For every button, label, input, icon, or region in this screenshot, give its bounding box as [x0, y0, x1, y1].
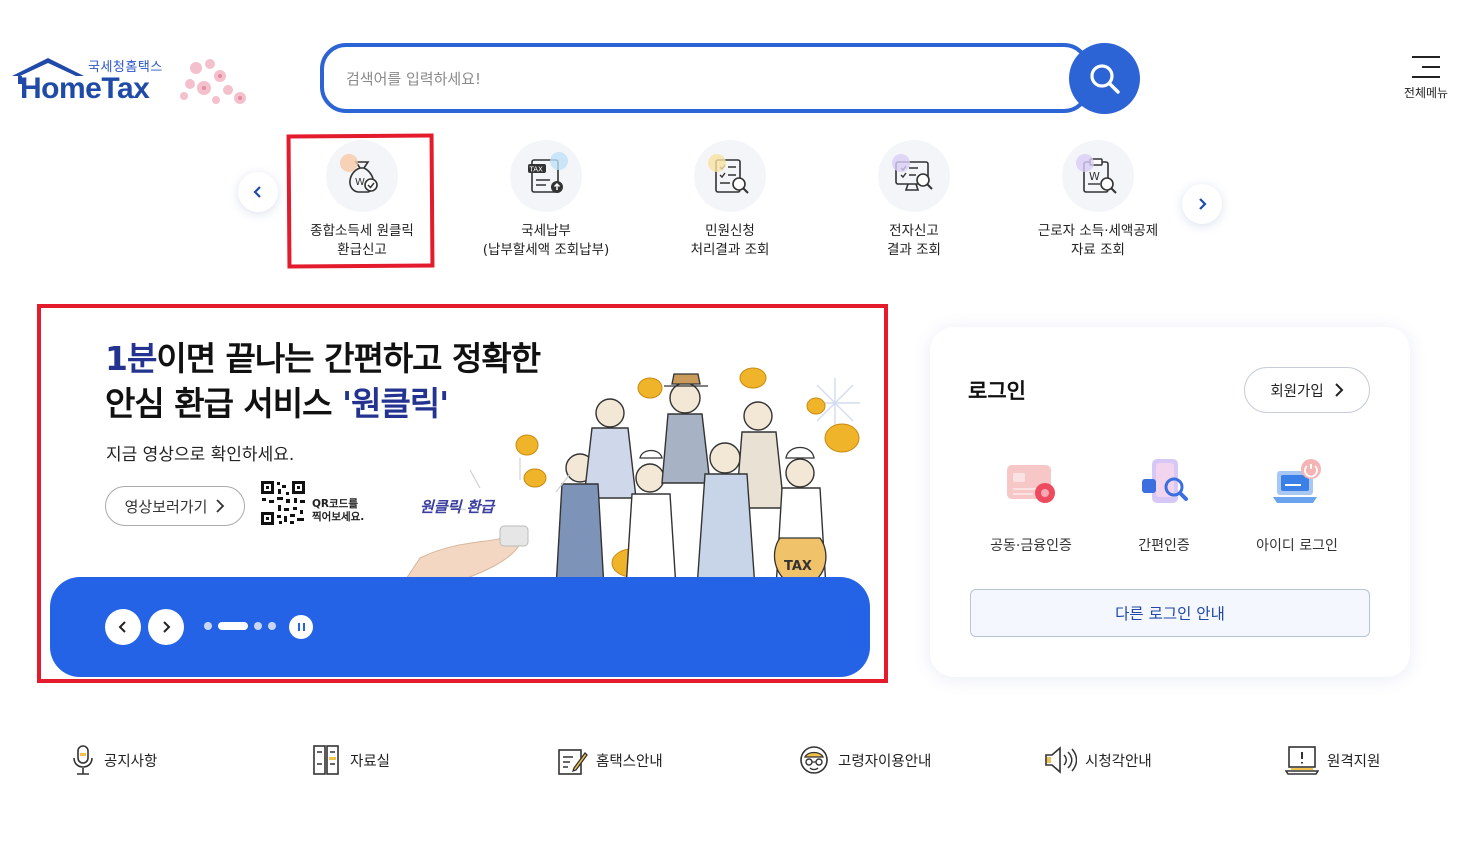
- link-label: 원격지원: [1327, 753, 1381, 770]
- svg-text:TAX: TAX: [784, 559, 812, 574]
- quick-item-icon-wrap: [694, 140, 766, 212]
- banner-subtitle: 지금 영상으로 확인하세요.: [106, 445, 295, 465]
- link-remote-support[interactable]: 원격지원: [1285, 742, 1380, 778]
- pagination-dot[interactable]: [254, 622, 262, 630]
- watch-video-button[interactable]: 영상보러가기: [105, 486, 245, 526]
- quick-item-oneclick-refund[interactable]: W 종합소득세 원클릭 환급신고: [267, 140, 457, 260]
- banner-pause-button[interactable]: [289, 615, 313, 639]
- quick-item-label: 근로자 소득·세액공제 자료 조회: [1037, 223, 1159, 258]
- quick-item-label: 민원신청 처리결과 조회: [690, 223, 770, 258]
- pause-icon: [297, 623, 300, 631]
- login-panel: 로그인 회원가입 공동·금융인증 간편인증 아이디 로그인 다른 로그인 안내: [930, 327, 1410, 677]
- quick-item-icon-wrap: W: [326, 140, 398, 212]
- pagination-dot-active[interactable]: [218, 622, 248, 630]
- link-archive[interactable]: 자료실: [312, 742, 390, 778]
- chevron-right-icon: [1334, 383, 1344, 397]
- accent-dot: [340, 154, 358, 172]
- laptop-power-icon: [1273, 459, 1321, 503]
- banner-control-bar: [50, 577, 870, 677]
- senior-icon: [800, 746, 828, 774]
- signup-button[interactable]: 회원가입: [1244, 367, 1370, 413]
- chevron-right-icon: [216, 499, 225, 513]
- other-login-guide-button[interactable]: 다른 로그인 안내: [970, 589, 1370, 637]
- link-notice[interactable]: 공지사항: [70, 742, 157, 778]
- quick-item-label: 국세납부 (납부할세액 조회납부): [482, 223, 610, 258]
- remote-monitor-icon: [1285, 746, 1319, 775]
- banner-next-button[interactable]: [148, 609, 184, 645]
- qr-code-image: [260, 480, 306, 526]
- link-label: 홈택스안내: [596, 753, 663, 770]
- quick-item-label: 종합소득세 원클릭 환급신고: [310, 223, 414, 258]
- svg-text:TAX: TAX: [529, 166, 544, 174]
- chevron-right-icon: [1199, 198, 1207, 210]
- search-input[interactable]: [346, 65, 986, 93]
- quick-item-icon-wrap: W: [1062, 140, 1134, 212]
- svg-text:W: W: [1089, 170, 1100, 183]
- speaker-icon: [1045, 746, 1077, 774]
- quick-item-civil-result[interactable]: 민원신청 처리결과 조회: [635, 140, 825, 260]
- link-audiovisual-guide[interactable]: 시청각안내: [1043, 742, 1152, 778]
- search-button[interactable]: [1069, 43, 1140, 114]
- login-title: 로그인: [968, 379, 1026, 403]
- link-label: 고령자이용안내: [838, 753, 932, 770]
- quick-item-icon-wrap: TAX: [510, 140, 582, 212]
- promo-banner[interactable]: 1분이면 끝나는 간편하고 정확한 안심 환급 서비스 '원클릭' 지금 영상으…: [50, 318, 870, 678]
- banner-prev-button[interactable]: [105, 609, 141, 645]
- full-menu-label: 전체메뉴: [1403, 86, 1449, 100]
- hometax-logo[interactable]: 국세청홈택스 HomeTax: [8, 52, 258, 112]
- signup-label: 회원가입: [1270, 383, 1324, 400]
- pause-icon-bar: [302, 623, 305, 631]
- logo-title: HomeTax: [20, 72, 150, 105]
- chevron-right-icon: [163, 621, 171, 633]
- search-box: [320, 43, 1090, 113]
- link-senior-guide[interactable]: 고령자이용안내: [798, 742, 931, 778]
- search-icon: [1089, 63, 1120, 94]
- login-id-option[interactable]: 아이디 로그인: [1232, 455, 1362, 555]
- phone-search-icon: [1142, 459, 1188, 503]
- link-hometax-guide[interactable]: 홈택스안내: [556, 742, 663, 778]
- banner-pagination: [204, 622, 276, 630]
- cherry-blossom-icon: [180, 59, 246, 104]
- hamburger-icon: [1412, 56, 1440, 78]
- login-option-label: 아이디 로그인: [1256, 538, 1338, 554]
- pagination-dot[interactable]: [268, 622, 276, 630]
- chevron-left-icon: [118, 621, 126, 633]
- quick-item-worker-deduction[interactable]: W 근로자 소득·세액공제 자료 조회: [1003, 140, 1193, 260]
- accent-dot: [708, 154, 726, 172]
- certificate-card-icon: [1007, 465, 1055, 503]
- quick-item-icon-wrap: [878, 140, 950, 212]
- link-label: 공지사항: [104, 753, 158, 770]
- watch-video-label: 영상보러가기: [124, 497, 208, 516]
- oneclick-badge: 원클릭 환급: [420, 498, 495, 516]
- link-label: 자료실: [350, 753, 391, 770]
- edit-document-icon: [558, 749, 588, 775]
- file-cabinet-icon: [313, 745, 339, 775]
- pagination-dot[interactable]: [204, 622, 212, 630]
- login-certificate-option[interactable]: 공동·금융인증: [966, 455, 1096, 555]
- accent-dot: [1076, 154, 1094, 172]
- quick-item-label: 전자신고 결과 조회: [887, 223, 941, 258]
- quick-item-tax-payment[interactable]: TAX 국세납부 (납부할세액 조회납부): [451, 140, 641, 260]
- login-simple-auth-option[interactable]: 간편인증: [1099, 455, 1229, 555]
- full-menu-button[interactable]: 전체메뉴: [1395, 52, 1457, 108]
- accent-dot: [550, 152, 568, 170]
- banner-illustration: TAX: [380, 358, 860, 588]
- link-label: 시청각안내: [1085, 753, 1152, 770]
- accent-dot: [892, 154, 910, 172]
- microphone-icon: [73, 745, 93, 775]
- qr-caption: QR코드를 찍어보세요.: [312, 498, 365, 523]
- login-option-label: 공동·금융인증: [990, 538, 1072, 554]
- quick-menu-next-button[interactable]: [1182, 184, 1222, 224]
- quick-item-e-filing-result[interactable]: 전자신고 결과 조회: [819, 140, 1009, 260]
- login-option-label: 간편인증: [1138, 538, 1190, 554]
- chevron-left-icon: [253, 186, 261, 198]
- svg-text:W: W: [355, 177, 365, 188]
